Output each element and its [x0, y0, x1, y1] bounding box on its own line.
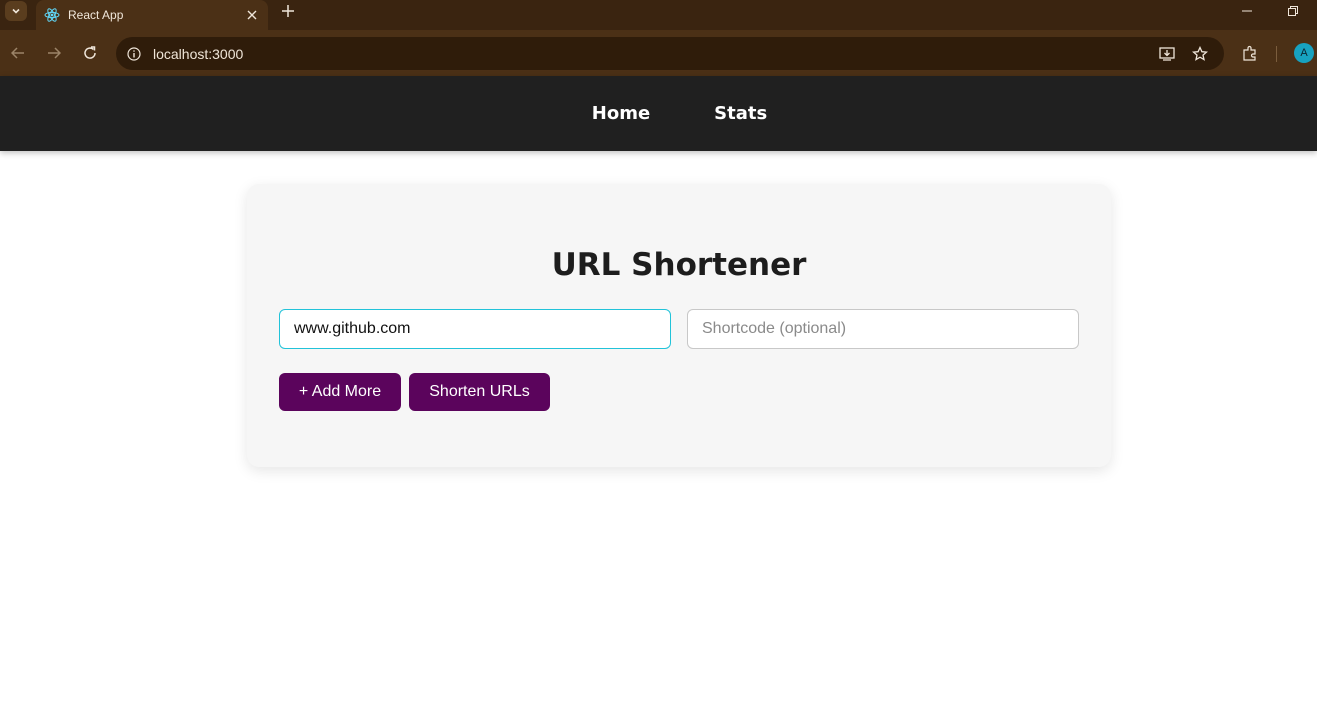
minimize-icon[interactable]: [1239, 3, 1255, 19]
extensions-icon[interactable]: [1240, 43, 1260, 63]
address-url: localhost:3000: [153, 46, 244, 62]
url-input[interactable]: [279, 309, 671, 349]
tab-title: React App: [68, 8, 124, 22]
toolbar-divider: [1276, 46, 1277, 62]
site-info-icon[interactable]: [124, 44, 143, 63]
restore-icon[interactable]: [1285, 3, 1301, 19]
nav-link-stats[interactable]: Stats: [714, 103, 767, 124]
close-icon[interactable]: [244, 7, 260, 23]
forward-icon[interactable]: [44, 43, 64, 63]
react-favicon-icon: [44, 7, 60, 23]
bookmark-star-icon[interactable]: [1190, 44, 1210, 64]
profile-avatar[interactable]: A: [1294, 43, 1314, 63]
shortcode-input[interactable]: [687, 309, 1079, 349]
install-app-icon[interactable]: [1157, 44, 1177, 64]
page-title: URL Shortener: [551, 247, 807, 283]
nav-link-home[interactable]: Home: [592, 103, 650, 124]
app-navbar: Home Stats: [0, 76, 1317, 151]
reload-icon[interactable]: [80, 43, 100, 63]
address-bar[interactable]: localhost:3000: [116, 37, 1224, 70]
shortener-card: URL Shortener + Add More Shorten URLs: [247, 184, 1111, 467]
new-tab-icon[interactable]: [279, 2, 297, 20]
browser-tab[interactable]: React App: [36, 0, 268, 30]
tab-search-icon[interactable]: [5, 1, 27, 21]
back-icon[interactable]: [8, 43, 28, 63]
browser-tabstrip: React App: [0, 0, 1317, 30]
shorten-urls-button[interactable]: Shorten URLs: [409, 373, 550, 411]
add-more-button[interactable]: + Add More: [279, 373, 401, 411]
